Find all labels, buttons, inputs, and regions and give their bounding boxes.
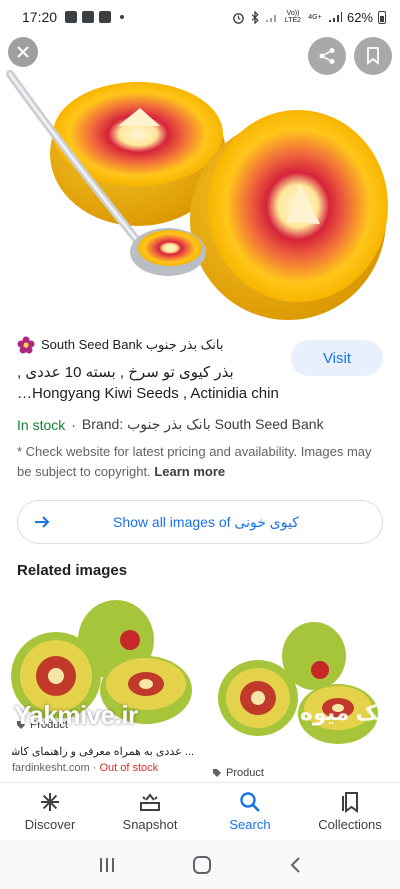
nav-snapshot-label: Snapshot <box>122 817 178 832</box>
card-title: ... عددی به همراه معرفی و راهنمای کاشت <box>12 746 194 758</box>
nav-collections[interactable]: Collections <box>300 783 400 840</box>
share-icon <box>319 48 335 64</box>
back-icon[interactable] <box>288 856 302 874</box>
stock-status: In stock <box>17 416 66 433</box>
signal-icon <box>265 15 276 22</box>
more-notifications-icon <box>120 15 125 19</box>
nav-discover-label: Discover <box>24 817 76 832</box>
share-button[interactable] <box>308 37 346 75</box>
status-bar: 17:20 Vo)) LTE2 4G+ 62% <box>0 0 400 34</box>
home-icon[interactable] <box>192 855 212 875</box>
related-card[interactable]: Product <box>204 598 392 780</box>
mail-notification-icon <box>99 11 112 23</box>
nav-search-label: Search <box>229 817 271 832</box>
status-right: Vo)) LTE2 4G+ 62% <box>232 10 386 25</box>
watermark-text: Yakmive.ir <box>14 700 138 730</box>
close-button[interactable] <box>8 37 38 67</box>
red-kiwi-image <box>0 34 400 322</box>
signal-strength-icon <box>328 12 342 22</box>
notification-icons <box>65 11 125 23</box>
related-image-2 <box>204 598 392 758</box>
alarm-icon <box>233 12 244 24</box>
bluetooth-icon <box>251 10 259 24</box>
search-icon <box>240 792 260 812</box>
product-badge: Product <box>208 766 268 780</box>
status-time: 17:20 <box>22 9 58 25</box>
result-title[interactable]: بذر کیوی تو سرخ , بسته 10 عددی , …Hongya… <box>17 362 287 404</box>
separator-dot: · <box>71 416 76 433</box>
battery-percent: 62% <box>346 9 373 25</box>
tag-icon <box>213 769 221 777</box>
snapshot-icon <box>140 793 160 811</box>
visit-button[interactable]: Visit <box>291 340 383 376</box>
nav-collections-label: Collections <box>318 817 382 832</box>
disclaimer: * Check website for latest pricing and a… <box>17 442 385 482</box>
close-icon <box>17 46 29 58</box>
network-label: Vo)) LTE2 <box>284 10 302 24</box>
nav-discover[interactable]: Discover <box>0 783 100 840</box>
battery-icon <box>378 10 386 24</box>
youtube-notification-icon <box>82 11 95 23</box>
system-nav-bar <box>0 840 400 889</box>
hero-image[interactable] <box>0 34 400 322</box>
nav-search[interactable]: Search <box>200 783 300 840</box>
card-source: fardinkesht.com · Out of stock <box>12 760 194 776</box>
show-all-label: Show all images of کیوی خونی <box>113 514 299 530</box>
card-caption: ... عددی به همراه معرفی و راهنمای کاشت f… <box>12 744 194 776</box>
card-stock-status: Out of stock <box>99 762 159 774</box>
title-line-1: بذر کیوی تو سرخ , بسته 10 عددی , <box>17 364 234 381</box>
gallery-notification-icon <box>65 11 78 23</box>
arrow-right-icon <box>35 516 50 528</box>
collections-icon <box>342 792 358 813</box>
source-name[interactable]: South Seed Bank بانک بذر جنوب <box>41 337 224 353</box>
bottom-nav: Discover Snapshot Search Collections <box>0 782 400 840</box>
net-type-label: 4G+ <box>308 13 322 21</box>
recent-apps-icon[interactable] <box>98 856 116 874</box>
product-badge-label: Product <box>226 767 264 779</box>
bookmark-icon <box>367 47 379 65</box>
stock-row: In stock · Brand: بانک بذر جنوب South Se… <box>17 416 324 433</box>
related-heading: Related images <box>17 562 128 579</box>
nav-snapshot[interactable]: Snapshot <box>100 783 200 840</box>
related-card[interactable]: Product ... عددی به همراه معرفی و راهنما… <box>8 598 196 780</box>
card-source-sep: · <box>89 762 100 774</box>
card-source-domain: fardinkesht.com <box>12 762 90 774</box>
learn-more-link[interactable]: Learn more <box>154 464 225 479</box>
bookmark-button[interactable] <box>354 37 392 75</box>
flower-logo-icon <box>17 336 35 354</box>
asterisk-icon <box>41 793 59 811</box>
source-row[interactable]: South Seed Bank بانک بذر جنوب <box>17 336 224 354</box>
show-all-images-button[interactable]: Show all images of کیوی خونی <box>17 500 383 544</box>
watermark-text-fa: یک میوه <box>300 700 387 725</box>
brand-label: Brand: بانک بذر جنوب South Seed Bank <box>81 416 324 432</box>
title-line-2: …Hongyang Kiwi Seeds , Actinidia chin <box>17 385 279 402</box>
